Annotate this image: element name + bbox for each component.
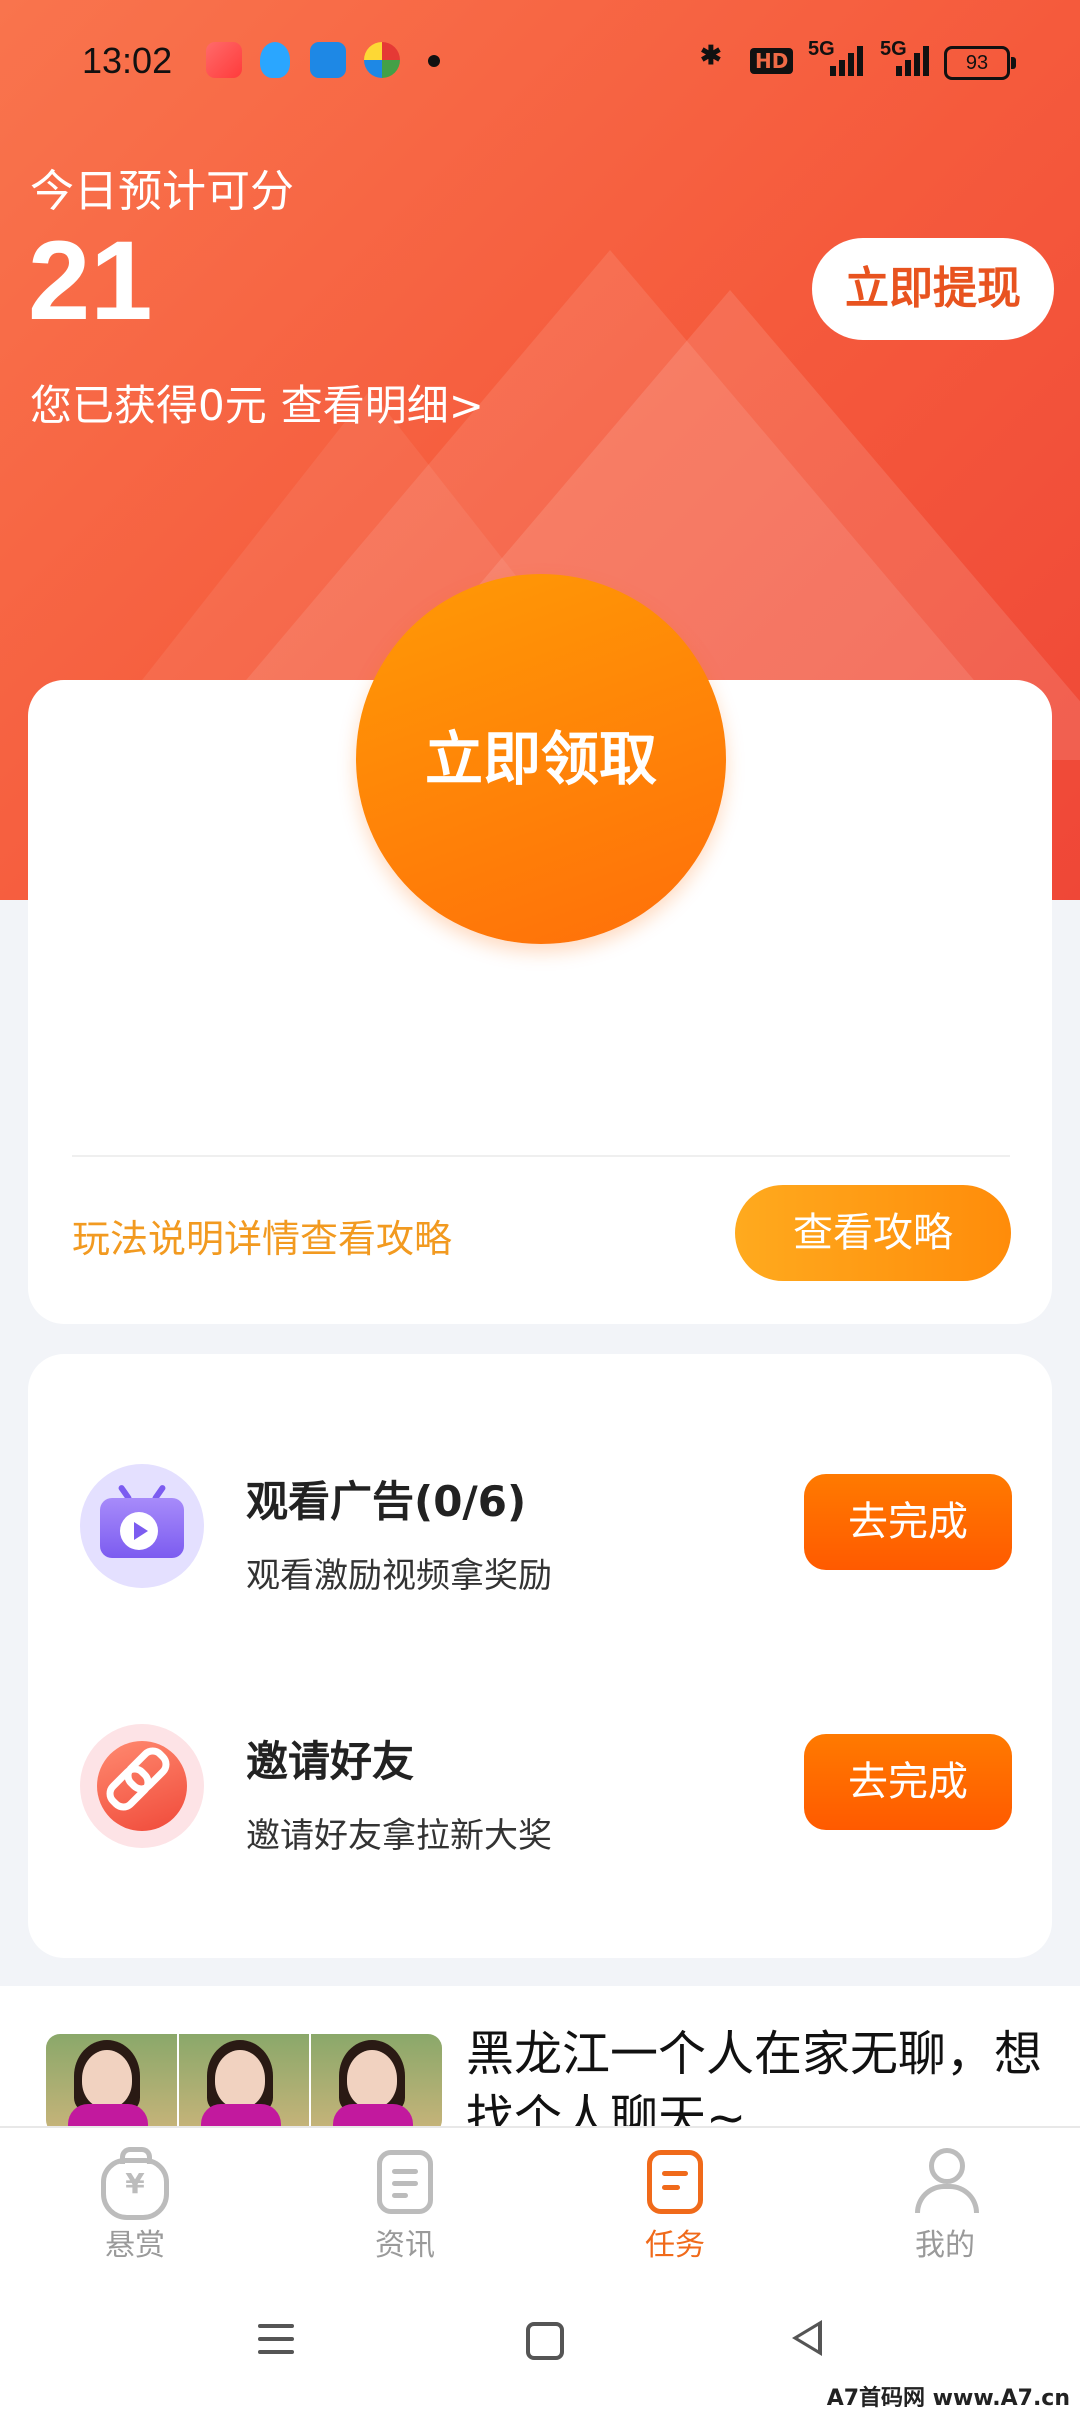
hd-voice-icon: HD bbox=[750, 48, 794, 74]
divider bbox=[72, 1155, 1010, 1157]
complete-button[interactable]: 去完成 bbox=[804, 1474, 1012, 1570]
signal-icon bbox=[830, 44, 870, 76]
detail-link[interactable]: 查看明细> bbox=[281, 381, 484, 430]
feed-item[interactable]: 黑龙江一个人在家无聊，想找个人聊天~ bbox=[0, 1986, 1080, 2126]
task-icon bbox=[641, 2146, 709, 2214]
news-icon bbox=[371, 2146, 439, 2214]
feed-title: 黑龙江一个人在家无聊，想找个人聊天~ bbox=[466, 2026, 1043, 2126]
app-notification-icon bbox=[364, 42, 400, 78]
tab-mine[interactable]: 我的 bbox=[870, 2146, 1020, 2264]
signal-icon bbox=[896, 44, 936, 76]
money-bag-icon: ¥ bbox=[101, 2146, 169, 2220]
view-guide-button[interactable]: 查看攻略 bbox=[735, 1185, 1011, 1281]
tv-play-icon bbox=[80, 1464, 204, 1588]
task-item-invite-friends: 邀请好友 邀请好友拿拉新大奖 去完成 bbox=[28, 1724, 1052, 1864]
qq-notification-icon bbox=[260, 42, 290, 78]
user-icon bbox=[911, 2146, 979, 2214]
earned-text: 您已获得0元 bbox=[30, 381, 267, 430]
bottom-tab-bar: ¥ 悬赏 资讯 任务 我的 bbox=[0, 2126, 1080, 2278]
back-icon[interactable] bbox=[792, 2320, 822, 2356]
status-time: 13:02 bbox=[82, 40, 173, 81]
recent-apps-icon[interactable] bbox=[258, 2322, 294, 2356]
task-title: 邀请好友 bbox=[246, 1737, 415, 1786]
task-desc: 观看激励视频拿奖励 bbox=[246, 1556, 552, 1596]
tab-label: 任务 bbox=[645, 2228, 705, 2263]
tab-task[interactable]: 任务 bbox=[600, 2146, 750, 2264]
watermark: A7首码网 www.A7.cn bbox=[822, 2380, 1074, 2412]
task-title: 观看广告(0/6) bbox=[246, 1477, 527, 1526]
withdraw-button[interactable]: 立即提现 bbox=[812, 238, 1054, 340]
tab-label: 悬赏 bbox=[105, 2228, 165, 2263]
tab-label: 我的 bbox=[915, 2228, 975, 2263]
guide-text: 玩法说明详情查看攻略 bbox=[72, 1217, 453, 1261]
task-desc: 邀请好友拿拉新大奖 bbox=[246, 1816, 552, 1856]
app-notification-icon bbox=[310, 42, 346, 78]
tab-label: 资讯 bbox=[375, 2228, 435, 2263]
bluetooth-icon: ✱ bbox=[700, 40, 722, 70]
battery-icon: 93 bbox=[944, 46, 1016, 80]
complete-button[interactable]: 去完成 bbox=[804, 1734, 1012, 1830]
feed-thumbnail bbox=[46, 2034, 442, 2126]
estimate-label: 今日预计可分 bbox=[30, 166, 294, 217]
task-list-card: 观看广告(0/6) 观看激励视频拿奖励 去完成 邀请好友 邀请好友拿拉新大奖 去… bbox=[28, 1354, 1052, 1958]
earned-summary: 您已获得0元 查看明细> bbox=[30, 372, 498, 433]
more-notifications-icon bbox=[428, 55, 440, 67]
app-notification-icon bbox=[206, 42, 242, 78]
claim-button[interactable]: 立即领取 bbox=[356, 574, 726, 944]
status-bar: 13:02 ✱ HD 5G 5G 93 bbox=[0, 0, 1080, 120]
estimate-value: 21 bbox=[28, 218, 153, 343]
link-icon bbox=[80, 1724, 204, 1848]
tab-news[interactable]: 资讯 bbox=[330, 2146, 480, 2264]
home-icon[interactable] bbox=[526, 2322, 564, 2360]
tab-reward[interactable]: ¥ 悬赏 bbox=[60, 2146, 210, 2264]
task-item-watch-ads: 观看广告(0/6) 观看激励视频拿奖励 去完成 bbox=[28, 1464, 1052, 1604]
